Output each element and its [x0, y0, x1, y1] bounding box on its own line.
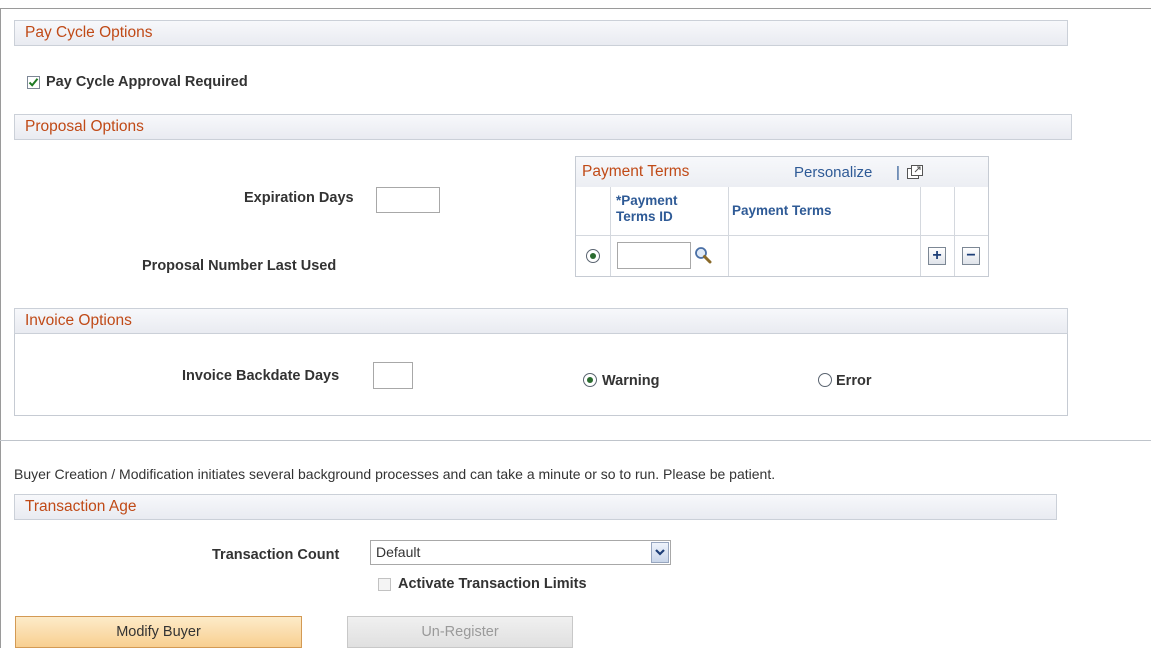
grid-row: + −: [576, 236, 988, 276]
column-separator: [954, 236, 955, 276]
remove-row-button[interactable]: −: [962, 247, 980, 265]
grid-toolbar-separator: |: [896, 164, 900, 181]
activate-transaction-limits-checkbox[interactable]: [378, 578, 391, 591]
column-header-payment-terms[interactable]: Payment Terms: [732, 203, 832, 219]
page-frame-left: [0, 8, 1, 648]
section-divider: [0, 440, 1151, 441]
error-label: Error: [836, 373, 872, 389]
expiration-days-input[interactable]: [376, 187, 440, 213]
invoice-backdate-days-label: Invoice Backdate Days: [182, 368, 340, 384]
pay-cycle-approval-label: Pay Cycle Approval Required: [46, 74, 248, 90]
modify-buyer-button[interactable]: Modify Buyer: [15, 616, 302, 648]
column-separator: [728, 236, 729, 276]
invoice-backdate-days-input[interactable]: [373, 362, 413, 389]
grid-title-bar: Payment Terms Personalize |: [576, 157, 988, 188]
grid-title: Payment Terms: [582, 163, 690, 180]
buyer-creation-notice: Buyer Creation / Modification initiates …: [14, 466, 776, 482]
warning-radio[interactable]: [583, 373, 597, 387]
transaction-count-value: Default: [376, 544, 421, 560]
proposal-options-header: Proposal Options: [14, 114, 1072, 140]
transaction-age-header: Transaction Age: [14, 494, 1057, 520]
warning-label: Warning: [602, 373, 660, 389]
personalize-link[interactable]: Personalize: [794, 164, 872, 181]
unregister-button[interactable]: Un-Register: [347, 616, 573, 648]
column-header-payment-terms-id[interactable]: *Payment Terms ID: [616, 193, 712, 225]
column-separator: [920, 236, 921, 276]
invoice-options-header: Invoice Options: [14, 308, 1068, 334]
activate-transaction-limits-label: Activate Transaction Limits: [398, 576, 587, 592]
transaction-count-select[interactable]: Default: [370, 540, 671, 565]
proposal-number-last-used-label: Proposal Number Last Used: [142, 258, 337, 274]
checkmark-icon: [28, 78, 39, 87]
column-separator: [610, 236, 611, 276]
pay-cycle-approval-checkbox[interactable]: [27, 76, 40, 89]
chevron-down-icon[interactable]: [651, 542, 669, 563]
grid-column-header-row: *Payment Terms ID Payment Terms: [576, 187, 988, 236]
row-select-radio[interactable]: [586, 249, 600, 263]
payment-terms-grid: Payment Terms Personalize | *Payment Ter…: [575, 156, 989, 277]
transaction-count-label: Transaction Count: [212, 547, 340, 563]
column-separator: [728, 187, 729, 235]
column-separator: [610, 187, 611, 235]
payment-terms-id-input[interactable]: [617, 242, 691, 269]
column-separator: [920, 187, 921, 235]
new-window-icon[interactable]: [906, 164, 924, 183]
page-frame-top: [0, 8, 1151, 9]
expiration-days-label: Expiration Days: [244, 190, 354, 206]
column-separator: [954, 187, 955, 235]
pay-cycle-options-header: Pay Cycle Options: [14, 20, 1068, 46]
add-row-button[interactable]: +: [928, 247, 946, 265]
error-radio[interactable]: [818, 373, 832, 387]
lookup-magnifier-icon[interactable]: [694, 246, 712, 267]
